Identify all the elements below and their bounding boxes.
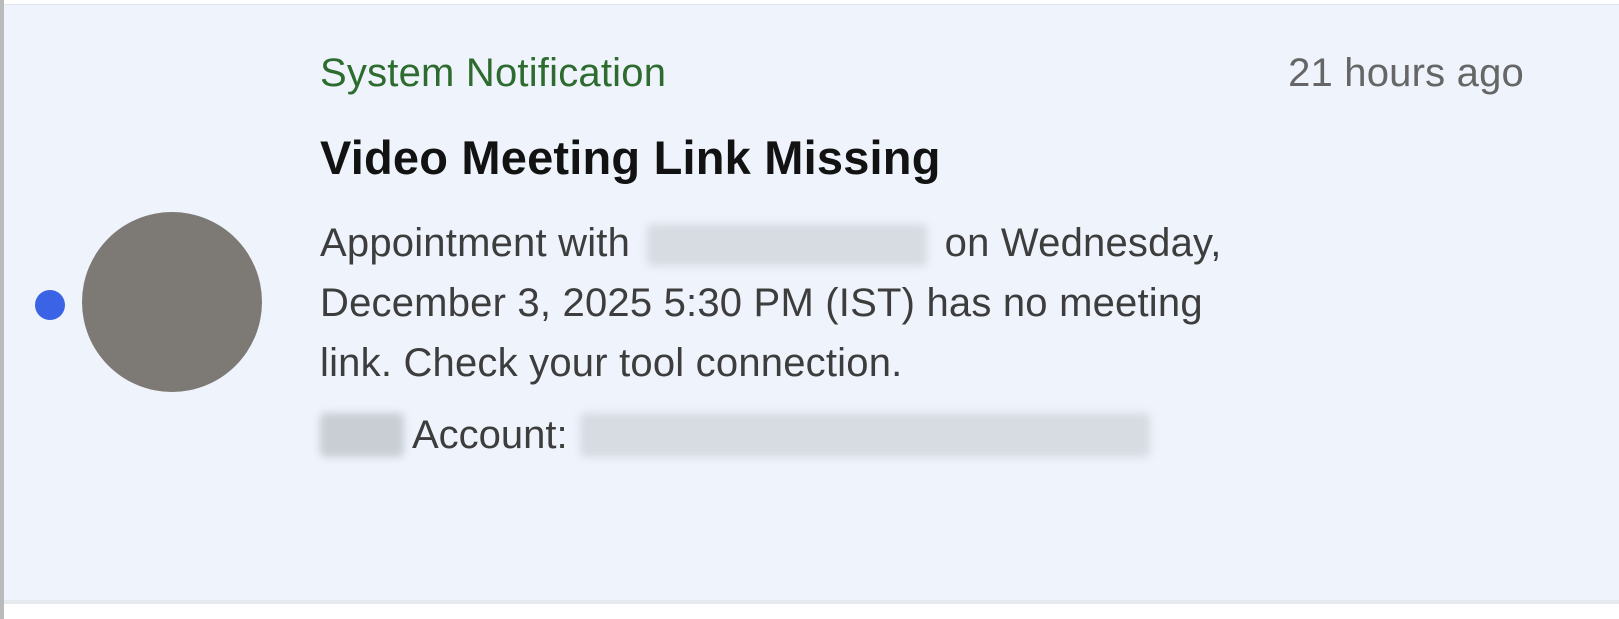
redacted-account-value — [579, 413, 1150, 457]
notification-title: Video Meeting Link Missing — [320, 131, 941, 184]
body-on: on — [933, 221, 990, 265]
notification-timestamp: 21 hours ago — [1288, 51, 1524, 95]
notification-card[interactable]: System Notification Video Meeting Link M… — [4, 4, 1619, 604]
avatar — [82, 212, 262, 392]
notification-panel: System Notification Video Meeting Link M… — [0, 0, 1619, 619]
redacted-account-prefix — [320, 413, 404, 457]
notification-body: Appointment with on Wednesday, December … — [320, 213, 1260, 393]
account-line: Account: — [320, 407, 1320, 463]
account-label: Account: — [412, 413, 568, 457]
redacted-contact-name — [647, 224, 928, 267]
body-prefix: Appointment with — [320, 221, 642, 265]
unread-dot-icon — [35, 290, 65, 320]
notification-source: System Notification — [320, 51, 667, 95]
notification-content: System Notification Video Meeting Link M… — [320, 45, 1320, 463]
